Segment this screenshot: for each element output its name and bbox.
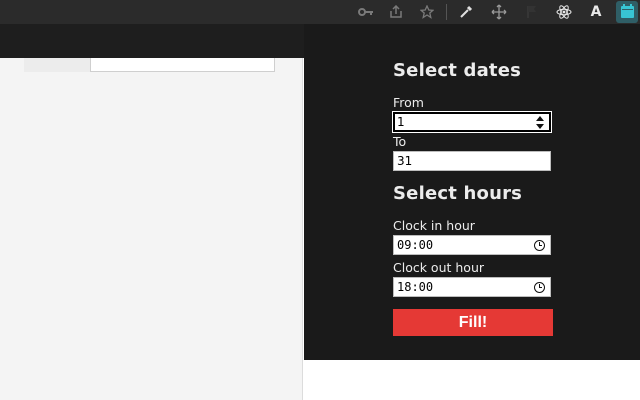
eyedropper-icon[interactable]	[456, 2, 476, 22]
from-label: From	[393, 95, 424, 110]
font-a-label: A	[590, 4, 602, 20]
react-icon[interactable]	[554, 2, 574, 22]
to-value: 31	[397, 154, 413, 168]
calendar-extension-icon[interactable]	[616, 1, 638, 23]
star-icon[interactable]	[417, 2, 437, 22]
share-icon[interactable]	[386, 2, 406, 22]
toolbar-separator	[446, 4, 447, 20]
number-spinner-icon[interactable]	[535, 116, 545, 129]
flag-icon[interactable]	[522, 2, 542, 22]
to-input[interactable]: 31	[393, 151, 551, 171]
font-a-icon[interactable]: A	[586, 2, 606, 22]
dates-heading: Select dates	[393, 60, 522, 81]
hours-heading: Select hours	[393, 183, 523, 204]
fill-button[interactable]: Fill!	[393, 309, 553, 336]
clock-icon[interactable]	[534, 240, 545, 251]
extension-popup: Select dates From 1 To 31 Select hours C…	[304, 24, 640, 360]
clock-out-input[interactable]: 18:00	[393, 277, 551, 297]
from-input[interactable]: 1	[392, 111, 552, 133]
clock-out-value: 18:00	[397, 280, 434, 294]
page-content-area	[0, 58, 303, 400]
page-tab[interactable]	[24, 58, 90, 72]
move-icon[interactable]	[489, 2, 509, 22]
from-value: 1	[397, 115, 405, 129]
clock-in-label: Clock in hour	[393, 218, 475, 233]
clock-in-input[interactable]: 09:00	[393, 235, 551, 255]
calendar-icon	[620, 4, 634, 18]
clock-out-label: Clock out hour	[393, 260, 485, 275]
to-label: To	[393, 134, 407, 149]
browser-toolbar: A	[0, 0, 640, 24]
page-input-box[interactable]	[90, 58, 275, 72]
key-icon[interactable]	[356, 2, 376, 22]
clock-in-value: 09:00	[397, 238, 434, 252]
clock-icon[interactable]	[534, 282, 545, 293]
